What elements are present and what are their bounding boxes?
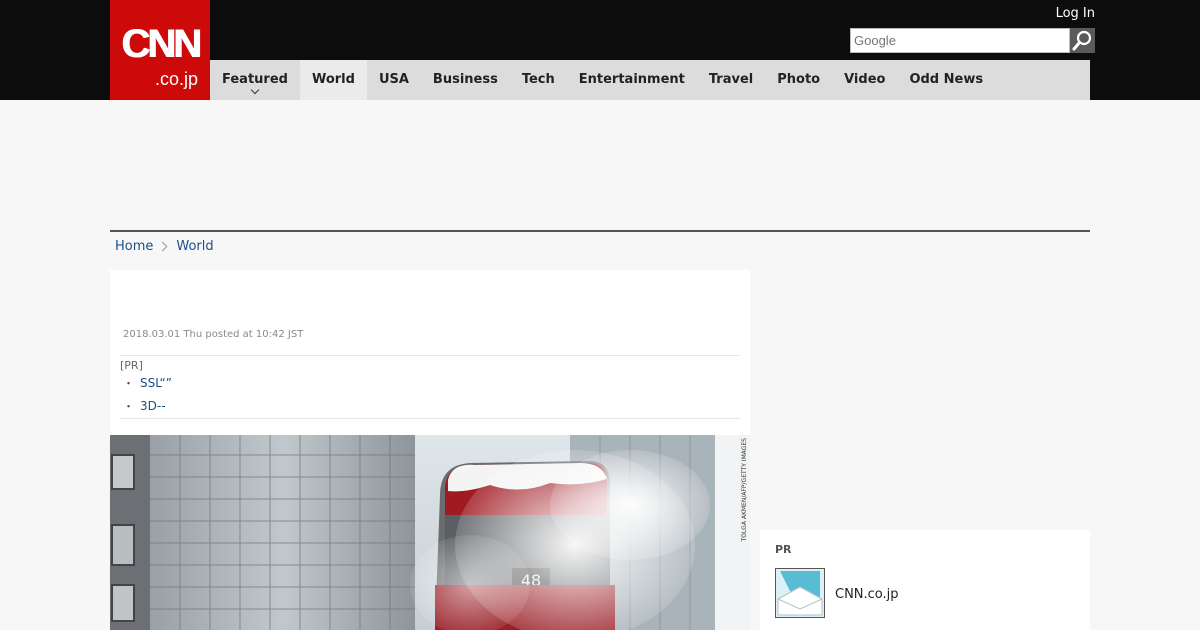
pr-thumbnail[interactable] — [775, 568, 825, 618]
logo-main-text: CNN — [121, 22, 202, 66]
breadcrumb: Home World — [115, 238, 214, 254]
search-input[interactable] — [850, 28, 1070, 53]
article-photo: 48 — [110, 435, 750, 630]
nav-item-world[interactable]: World — [299, 60, 367, 100]
pr-link-3d[interactable]: 3D-- — [140, 399, 166, 413]
nav-item-photo[interactable]: Photo — [765, 60, 832, 100]
breadcrumb-world[interactable]: World — [176, 239, 213, 254]
search-button[interactable] — [1070, 28, 1095, 53]
nav-item-odd-news[interactable]: Odd News — [897, 60, 995, 100]
nav-item-usa[interactable]: USA — [367, 60, 421, 100]
nav-item-entertainment[interactable]: Entertainment — [567, 60, 697, 100]
pr-label: [PR] — [120, 359, 143, 372]
chevron-right-icon — [157, 241, 168, 251]
chevron-down-icon — [250, 85, 260, 95]
article-card: 2018.03.01 Thu posted at 10:42 JST [PR] … — [110, 270, 750, 630]
nav-item-featured[interactable]: Featured — [210, 60, 300, 100]
nav-item-tech[interactable]: Tech — [510, 60, 567, 100]
nav-item-travel[interactable]: Travel — [697, 60, 765, 100]
breadcrumb-home[interactable]: Home — [115, 239, 153, 254]
search-icon — [1072, 30, 1092, 51]
app-thumbnail-icon — [776, 569, 824, 617]
pr-links-block: [PR] ・ SSL“” ・ 3D-- — [120, 355, 740, 419]
logo-sub-text: .co.jp — [154, 69, 198, 89]
section-divider — [110, 230, 1090, 232]
sidebar-pr-box: PR CNN.co.jp — [760, 530, 1090, 630]
pr-link-item: ・ SSL“” — [123, 375, 172, 391]
cnn-logo[interactable]: CNN .co.jp — [110, 0, 210, 100]
photo-credit: TOLGA AKMEN/AFP/GETTY IMAGES — [741, 438, 748, 542]
nav-item-video[interactable]: Video — [832, 60, 897, 100]
main-nav: Featured World USA Business Tech Enterta… — [210, 60, 1090, 100]
pr-item-name[interactable]: CNN.co.jp — [835, 587, 899, 602]
pr-link-item: ・ 3D-- — [123, 398, 166, 414]
pr-link-ssl[interactable]: SSL“” — [140, 376, 172, 390]
article-date: 2018.03.01 Thu posted at 10:42 JST — [123, 329, 304, 340]
bullet: ・ — [123, 400, 134, 413]
sidebar-pr-label: PR — [775, 543, 792, 556]
nav-item-business[interactable]: Business — [421, 60, 510, 100]
login-link[interactable]: Log In — [1040, 6, 1095, 21]
bullet: ・ — [123, 377, 134, 390]
